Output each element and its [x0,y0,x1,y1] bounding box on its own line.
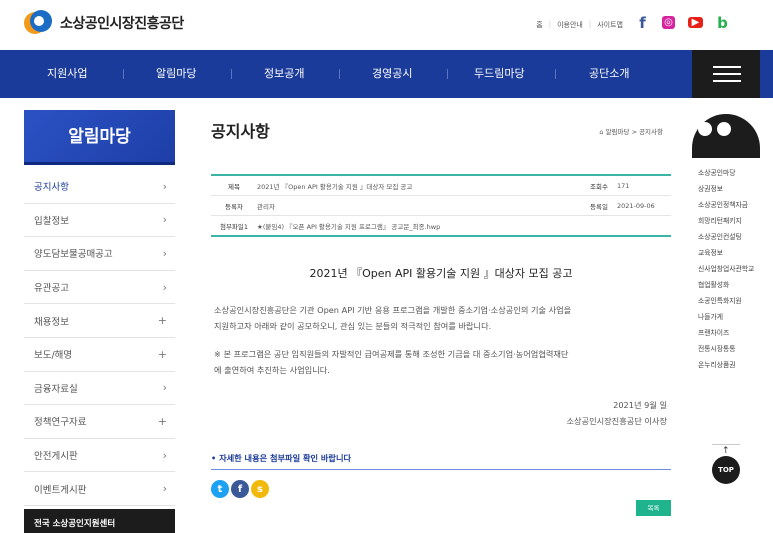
quick-menu: 소상공인마당 상권정보 소상공인정책자금 희망리턴패키지 소상공인컨설팅 교육정… [692,114,760,533]
plus-icon: + [157,414,167,428]
chevron-right-icon: › [162,381,167,395]
lnb-title: 알림마당 [24,110,175,165]
quick-item[interactable]: 교육정보 [698,248,760,258]
quick-item[interactable]: 소상공인정책자금 [698,200,760,210]
instagram-icon[interactable]: ◎ [662,16,675,29]
chevron-right-icon: › [162,280,167,294]
gnb-item-notice[interactable]: 알림마당 [156,50,196,98]
sidebar-item-safety[interactable]: 안전게시판 › [24,439,175,473]
post-signature: 2021년 9월 일 소상공인시장진흥공단 이사장 [566,400,667,426]
quick-item[interactable]: 신사업창업사관학교 [698,264,760,274]
post-paragraph: 소상공인시장진흥공단은 기관 Open API 기반 응용 프로그램을 개발한 … [214,305,572,331]
share-buttons: t f s [211,480,269,498]
utility-links: 홈 | 이용안내 | 사이트맵 [536,20,623,30]
page-title: 공지사항 [211,122,270,141]
quick-item[interactable]: 소상공인컨설팅 [698,232,760,242]
side-nav: 공지사항 › 입찰정보 › 양도담보물공매공고 › 유관공고 › 채용정보 + 보도/해명… [24,170,175,506]
youtube-icon[interactable]: ▶ [688,17,703,28]
logo-text: 소상공인시장진흥공단 [60,16,184,32]
attachment-link[interactable]: ★(붙임4) 『오픈 API 활용기술 지원 프로그램』 공고문_최종.hwp [257,221,671,231]
post-info-row: 제목 2021년 『Open API 활용기술 지원 』대상자 모집 공고 조회… [211,176,671,196]
plus-icon: + [157,347,167,361]
twitter-icon[interactable]: t [211,480,229,498]
logo-icon [24,10,52,36]
quick-item[interactable]: 온누리상품권 [698,360,760,370]
sidebar-item-collateral[interactable]: 양도담보물공매공고 › [24,237,175,271]
quick-item[interactable]: 협업활성화 [698,280,760,290]
attachment-notice: • 자세한 내용은 첨부파일 확인 바랍니다 [211,452,671,470]
breadcrumb: ⌂ 알림마당 > 공지사항 [599,128,663,136]
quick-item[interactable]: 소공인특화지원 [698,296,760,306]
gnb-item-info[interactable]: 정보공개 [264,50,304,98]
post-info-row: 등록자 관리자 등록일 2021-09-06 [211,196,671,216]
guide-link[interactable]: 이용안내 [557,20,583,30]
quick-item[interactable]: 전통시장통통 [698,344,760,354]
menu-icon[interactable] [717,122,731,136]
sidebar-item-related[interactable]: 유관공고 › [24,271,175,305]
chevron-right-icon: › [162,482,167,496]
chat-icon[interactable] [698,122,712,136]
facebook-icon[interactable]: f [231,480,249,498]
blog-icon[interactable]: b [716,14,729,32]
date-value: 2021-09-06 [617,201,655,210]
gnb-item-management[interactable]: 경영공시 [372,50,412,98]
facebook-icon[interactable]: f [636,14,649,32]
quick-item[interactable]: 프랜차이즈 [698,328,760,338]
scroll-top-button[interactable]: ↑ TOP [712,444,740,484]
author-value: 관리자 [257,202,275,211]
sidebar-item-press[interactable]: 보도/해명 + [24,338,175,372]
home-link[interactable]: 홈 [536,20,542,30]
post-info-row: 첨부파일1 ★(붙임4) 『오픈 API 활용기술 지원 프로그램』 공고문_최… [211,216,671,237]
quick-menu-header [692,114,760,158]
quick-item[interactable]: 희망리턴패키지 [698,216,760,226]
site-logo[interactable]: 소상공인시장진흥공단 [24,10,184,36]
gnb-item-support[interactable]: 지원사업 [47,50,87,98]
quick-item[interactable]: 나들가게 [698,312,760,322]
sidebar-item-finance[interactable]: 금융자료실 › [24,372,175,406]
quick-menu-list: 소상공인마당 상권정보 소상공인정책자금 희망리턴패키지 소상공인컨설팅 교육정… [698,168,760,376]
top-bar: 소상공인시장진흥공단 홈 | 이용안내 | 사이트맵 f ◎ ▶ b [0,0,773,50]
post-paragraph: ※ 본 프로그램은 공단 임직원들의 자발적인 급여공제를 통해 조성한 기금을… [214,349,569,375]
sidebar-center-link[interactable]: 전국 소상공인지원센터 [24,509,175,533]
post-title-value: 2021년 『Open API 활용기술 지원 』대상자 모집 공고 [257,182,413,191]
chevron-right-icon: › [162,246,167,260]
quick-item[interactable]: 상권정보 [698,184,760,194]
gnb-item-dodream[interactable]: 두드림마당 [474,50,525,98]
post-heading: 2021년 『Open API 활용기술 지원 』대상자 모집 공고 [309,267,573,280]
list-button[interactable]: 목록 [636,500,671,516]
sns-links: f ◎ ▶ b [636,14,729,32]
views-value: 171 [617,181,630,190]
arrow-up-icon: ↑ [722,446,730,456]
sidebar-item-recruit[interactable]: 채용정보 + [24,304,175,338]
post-info-table: 제목 2021년 『Open API 활용기술 지원 』대상자 모집 공고 조회… [211,174,671,237]
chevron-right-icon: › [162,213,167,227]
menu-hamburger-button[interactable] [692,50,760,98]
plus-icon: + [157,314,167,328]
chevron-right-icon: › [162,179,167,193]
quick-item[interactable]: 소상공인마당 [698,168,760,178]
gnb-item-about[interactable]: 공단소개 [589,50,629,98]
sitemap-link[interactable]: 사이트맵 [597,20,623,30]
sidebar-item-notice[interactable]: 공지사항 › [24,170,175,204]
sidebar-item-bid[interactable]: 입찰정보 › [24,204,175,238]
global-nav: 지원사업 알림마당 정보공개 경영공시 두드림마당 공단소개 [0,50,773,98]
sidebar-item-research[interactable]: 정책연구자료 + [24,405,175,439]
sidebar-item-event[interactable]: 이벤트게시판 › [24,472,175,506]
chevron-right-icon: › [162,448,167,462]
kakaostory-icon[interactable]: s [251,480,269,498]
